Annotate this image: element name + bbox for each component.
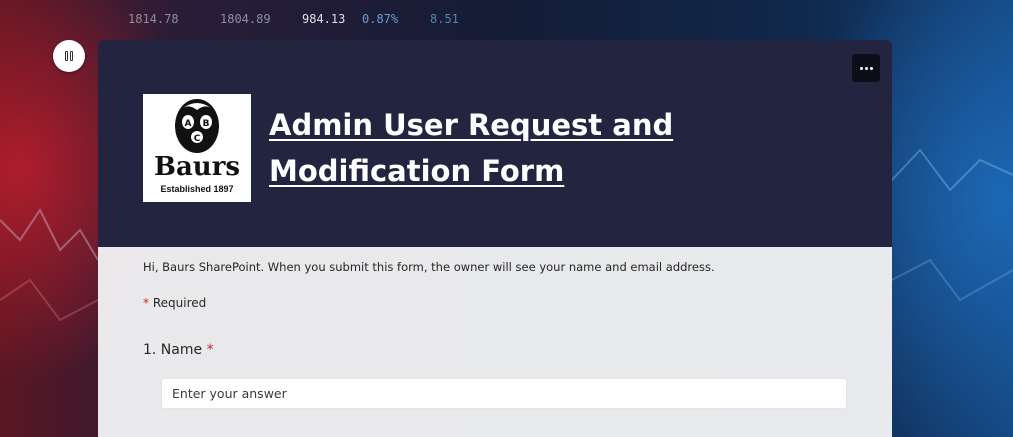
required-legend: * Required xyxy=(143,296,206,310)
pause-icon xyxy=(64,51,74,61)
baurs-logo: A B C Baurs Established 1897 xyxy=(143,94,251,202)
name-answer-input[interactable] xyxy=(161,378,847,409)
identity-notice: Hi, Baurs SharePoint. When you submit th… xyxy=(143,260,715,274)
form-body: Hi, Baurs SharePoint. When you submit th… xyxy=(98,247,892,437)
question-text: 1. Name xyxy=(143,342,203,358)
logo-wordmark: Baurs xyxy=(153,152,241,182)
logo-tagline: Established 1897 xyxy=(160,184,234,194)
more-options-icon xyxy=(859,66,874,70)
svg-text:B: B xyxy=(203,119,210,129)
question-name-label: 1. Name * xyxy=(143,342,214,358)
required-star: * xyxy=(143,296,149,310)
form-title: Admin User Request and Modification Form xyxy=(269,108,674,188)
form-header: A B C Baurs Established 1897 Admin User … xyxy=(98,40,892,247)
form-card: A B C Baurs Established 1897 Admin User … xyxy=(98,40,892,437)
pause-background-button[interactable] xyxy=(53,40,85,72)
svg-text:A: A xyxy=(185,119,192,129)
required-label: Required xyxy=(152,296,207,310)
required-star: * xyxy=(206,342,214,358)
svg-text:C: C xyxy=(194,134,201,144)
logo-emblem-icon: A B C xyxy=(175,99,219,153)
more-options-button[interactable] xyxy=(852,54,880,82)
